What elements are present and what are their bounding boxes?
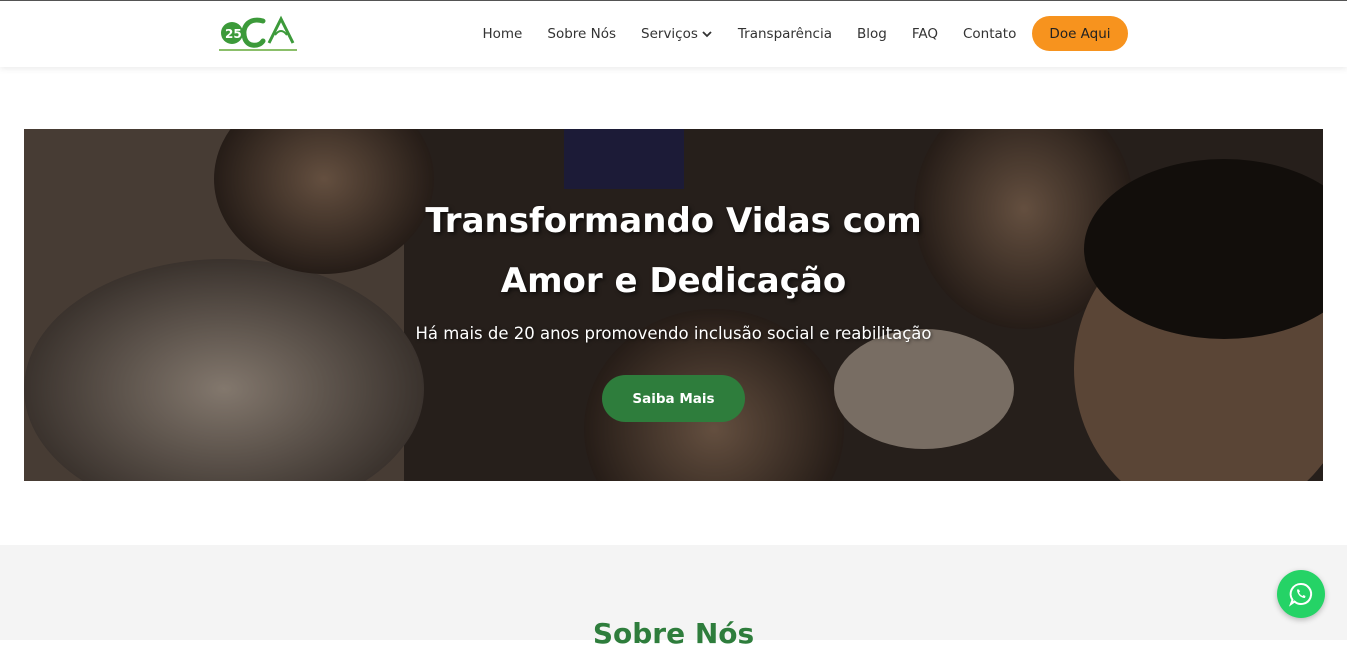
about-title: Sobre Nós xyxy=(592,617,755,650)
hero-subtitle: Há mais de 20 anos promovendo inclusão s… xyxy=(415,324,932,343)
nav-contato[interactable]: Contato xyxy=(963,26,1016,42)
hero-banner: Transformando Vidas com Amor e Dedicação… xyxy=(24,129,1323,481)
chevron-down-icon xyxy=(702,31,712,38)
whatsapp-chat-button[interactable] xyxy=(1277,570,1325,618)
logo[interactable]: 25 xyxy=(219,13,299,57)
nav-blog-label: Blog xyxy=(856,26,887,42)
hero-title: Transformando Vidas com Amor e Dedicação xyxy=(24,191,1323,311)
nav-sobre-nos[interactable]: Sobre Nós xyxy=(547,26,616,42)
main-nav: Home Sobre Nós Serviços Transparência Bl… xyxy=(470,1,1029,67)
nav-faq[interactable]: FAQ xyxy=(912,26,938,42)
site-header: 25 Home Sobre Nós Serviços Transparência… xyxy=(0,1,1347,67)
nav-servicos[interactable]: Serviços xyxy=(641,26,713,42)
donate-button[interactable]: Doe Aqui xyxy=(1032,16,1128,51)
nav-home[interactable]: Home xyxy=(483,26,523,42)
nav-blog[interactable]: Blog xyxy=(857,26,887,42)
about-section: Sobre Nós xyxy=(0,545,1347,650)
saiba-mais-button[interactable]: Saiba Mais xyxy=(602,375,745,422)
hero-title-line-1: Transformando Vidas com xyxy=(425,201,922,241)
whatsapp-icon xyxy=(1288,582,1313,607)
hero-title-line-2: Amor e Dedicação xyxy=(500,261,847,301)
nav-transparencia[interactable]: Transparência xyxy=(738,26,832,42)
nav-servicos-label: Serviços xyxy=(641,26,698,42)
svg-text:25: 25 xyxy=(225,27,242,41)
nav-sobre-nos-label: Sobre Nós xyxy=(547,26,617,42)
nav-home-label: Home xyxy=(482,26,523,42)
nav-transparencia-label: Transparência xyxy=(737,26,832,42)
nav-contato-label: Contato xyxy=(962,26,1017,42)
nav-faq-label: FAQ xyxy=(911,26,938,42)
